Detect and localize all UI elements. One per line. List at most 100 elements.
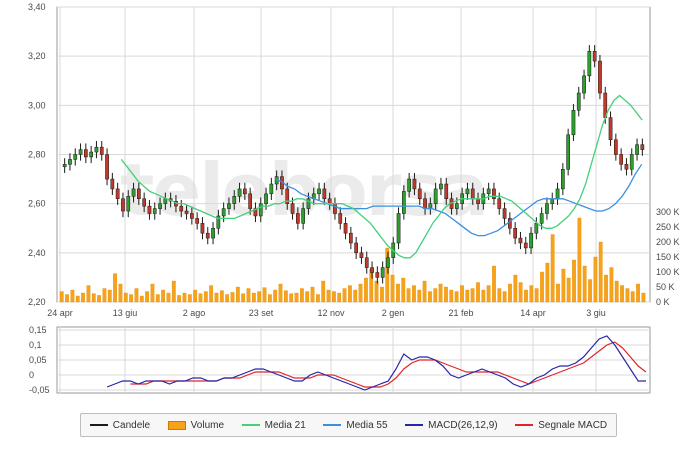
volume-bar bbox=[486, 285, 491, 303]
candle-body bbox=[571, 110, 576, 136]
price-tick-label: 3,20 bbox=[28, 51, 46, 61]
volume-bar bbox=[102, 288, 107, 303]
volume-tick-label: 50 K bbox=[656, 282, 675, 292]
candle-body bbox=[110, 178, 115, 190]
volume-bar bbox=[294, 292, 299, 303]
volume-bar bbox=[86, 285, 91, 303]
volume-bar bbox=[315, 294, 320, 303]
volume-bar bbox=[636, 283, 640, 303]
macd-tick-label: 0 bbox=[29, 370, 34, 380]
candle-body bbox=[608, 117, 613, 140]
volume-bar bbox=[566, 277, 571, 303]
candle-body bbox=[184, 210, 189, 214]
volume-bar bbox=[321, 280, 326, 303]
volume-bar bbox=[182, 292, 187, 303]
legend-label: MACD(26,12,9) bbox=[428, 419, 498, 431]
candle-body bbox=[227, 203, 231, 209]
volume-bar bbox=[497, 288, 502, 303]
candle-body bbox=[195, 218, 200, 224]
volume-bar bbox=[545, 262, 550, 303]
ma21-line-icon bbox=[241, 424, 260, 426]
volume-bar bbox=[556, 283, 560, 303]
candle-body bbox=[534, 223, 539, 234]
candle-body bbox=[502, 208, 507, 219]
candle-body bbox=[555, 188, 560, 200]
candle-body bbox=[364, 257, 369, 268]
volume-bar bbox=[289, 293, 294, 303]
volume-bar bbox=[364, 277, 368, 303]
candle-body bbox=[152, 208, 157, 214]
volume-bar bbox=[518, 282, 523, 303]
volume-bar bbox=[433, 288, 438, 303]
candle-body bbox=[587, 51, 592, 77]
volume-bar bbox=[150, 283, 155, 303]
volume-bar bbox=[342, 288, 347, 303]
volume-bar bbox=[257, 291, 262, 303]
volume-bar bbox=[460, 285, 464, 303]
candle-body bbox=[465, 188, 470, 195]
legend-item-macd[interactable]: MACD(26,12,9) bbox=[405, 419, 498, 431]
volume-bar bbox=[305, 291, 310, 303]
volume-bar bbox=[209, 285, 214, 303]
volume-bar bbox=[134, 288, 139, 303]
candle-body bbox=[190, 213, 194, 219]
candle-body bbox=[470, 188, 475, 200]
volume-tick-label: 200 K bbox=[656, 237, 680, 247]
volume-bar bbox=[492, 265, 496, 303]
candle-body bbox=[439, 183, 443, 190]
candle-body bbox=[402, 191, 406, 214]
candle-body bbox=[354, 242, 358, 254]
candle-body bbox=[359, 252, 364, 258]
volume-bar bbox=[161, 289, 166, 303]
candle-body bbox=[417, 188, 422, 200]
x-tick-label: 2 ago bbox=[183, 308, 206, 318]
candle-body bbox=[232, 196, 237, 204]
legend-item-segnale-macd[interactable]: Segnale MACD bbox=[515, 420, 607, 431]
candle-body bbox=[412, 178, 417, 190]
volume-bar bbox=[641, 292, 646, 303]
volume-bar bbox=[454, 291, 459, 303]
candle-body bbox=[200, 223, 205, 234]
candle-body bbox=[211, 228, 215, 239]
legend: Candele Volume Media 21 Media 55 MACD(26… bbox=[80, 413, 617, 437]
volume-tick-label: 0 K bbox=[656, 297, 670, 307]
volume-bar bbox=[123, 292, 128, 303]
volume-bar bbox=[385, 247, 390, 303]
candle-body bbox=[635, 144, 639, 155]
volume-bar bbox=[524, 289, 528, 303]
volume-bar bbox=[70, 289, 75, 303]
volume-bar bbox=[582, 265, 587, 303]
legend-item-media-55[interactable]: Media 55 bbox=[323, 420, 388, 431]
candle-body bbox=[163, 198, 168, 204]
volume-bar bbox=[609, 267, 614, 303]
macd-tick-label: 0,05 bbox=[29, 355, 47, 365]
candle-body bbox=[614, 139, 618, 155]
volume-bar bbox=[428, 291, 432, 303]
candle-body bbox=[338, 213, 343, 224]
volume-bar bbox=[278, 283, 283, 303]
volume-bar bbox=[225, 294, 230, 303]
volume-bar bbox=[59, 291, 64, 303]
candle-body bbox=[248, 193, 253, 209]
candle-body bbox=[269, 183, 274, 195]
candle-body bbox=[582, 75, 586, 94]
legend-item-volume[interactable]: Volume bbox=[167, 420, 224, 431]
price-tick-label: 2,80 bbox=[28, 150, 46, 160]
ma55-line-icon bbox=[323, 424, 342, 426]
price-tick-label: 2,40 bbox=[28, 248, 46, 258]
candle-body bbox=[115, 188, 120, 200]
volume-tick-label: 150 K bbox=[656, 252, 680, 262]
candle-body bbox=[561, 169, 565, 190]
volume-bar bbox=[246, 288, 251, 303]
macd-tick-label: -0,05 bbox=[29, 385, 50, 395]
candle-body bbox=[147, 205, 152, 214]
volume-bar bbox=[481, 289, 486, 303]
candle-body bbox=[444, 183, 449, 199]
legend-item-media-21[interactable]: Media 21 bbox=[241, 420, 306, 431]
candle-body bbox=[237, 188, 242, 197]
candle-body bbox=[407, 178, 411, 192]
candle-body bbox=[539, 213, 544, 224]
legend-item-candele[interactable]: Candele bbox=[89, 420, 150, 431]
volume-bar bbox=[230, 292, 235, 303]
volume-bar bbox=[203, 291, 208, 303]
